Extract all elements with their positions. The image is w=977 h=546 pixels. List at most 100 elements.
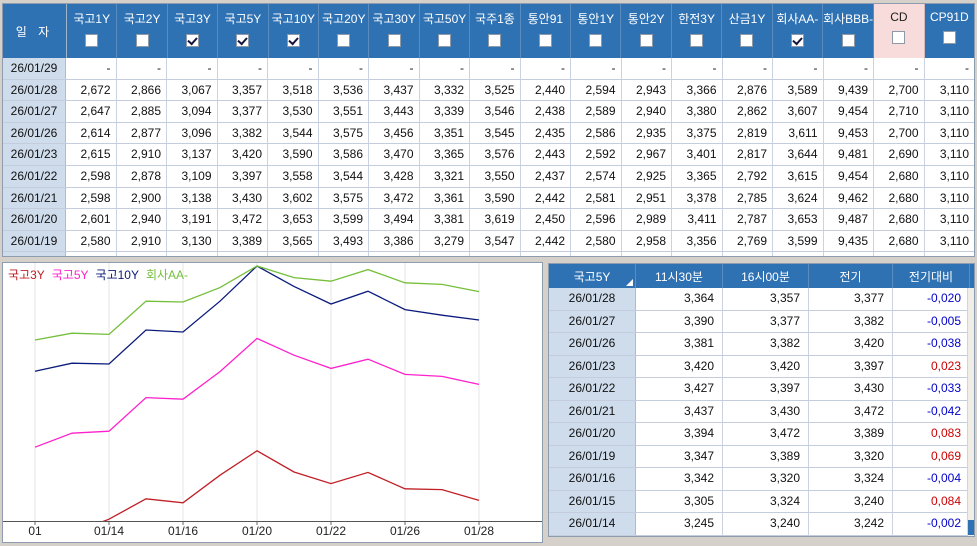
detail-row[interactable]: 26/01/28 3,364 3,357 3,377 -0,020 [549,288,974,311]
column-header[interactable]: 국고2Y [117,4,168,58]
checkbox-unchecked[interactable] [538,34,552,47]
detail-prev-cell: 3,382 [809,310,893,332]
column-header[interactable]: 국고1Y [67,4,118,58]
table-row[interactable]: 26/01/29- - - - - - - - - - - - - - - - - - [3,58,974,80]
checkbox-checked[interactable] [790,34,804,47]
value-cell [672,252,723,256]
x-axis-label: 01/16 [167,524,199,538]
detail-prev-cell: 3,397 [809,355,893,377]
table-row[interactable]: 26/01/20 2,601 2,940 3,191 3,472 3,653 3,599 3,… [3,209,974,231]
value-cell: 3,590 [470,187,521,209]
checkbox-unchecked[interactable] [135,34,149,47]
change-cell: 0,069 [893,445,970,467]
value-cell: 2,450 [521,209,571,230]
value-cell: 3,351 [420,122,470,144]
date-column-header: 일 자 [3,4,67,58]
column-header[interactable]: 국고50Y [420,4,471,58]
date-cell: 26/01/22 [3,165,66,187]
value-cell: 3,544 [319,165,369,187]
detail-prev-cell: 3,420 [809,333,893,355]
value-cell: 2,900 [117,187,167,209]
checkbox-unchecked[interactable] [438,34,452,47]
checkbox-checked[interactable] [236,34,250,47]
sort-corner-icon [626,279,633,286]
detail-row[interactable]: 26/01/20 3,394 3,472 3,389 0,083 [549,423,974,446]
column-header[interactable]: 국고10Y [269,4,320,58]
column-header[interactable]: 회사BBB- [823,4,875,58]
checkbox-unchecked[interactable] [740,34,754,47]
table-row[interactable]: 26/01/19 2,580 2,910 3,130 3,389 3,565 3,493 3,… [3,230,974,253]
value-cell [622,252,672,256]
yield-chart-panel: 국고3Y 국고5Y 국고10Y 회사AA- 01 01/14 01/16 01/20 01/2… [2,262,543,543]
column-header[interactable]: 국고30Y [369,4,420,58]
value-cell: 3,279 [420,230,470,252]
value-cell: 3,493 [319,230,369,252]
value-cell: - [218,58,268,79]
scrollbar-thumb[interactable] [968,520,974,535]
checkbox-unchecked[interactable] [892,31,906,44]
detail-row[interactable]: 26/01/15 3,305 3,324 3,240 0,084 [549,490,974,513]
value-cell: 3,137 [167,144,218,165]
value-cell: 2,580 [571,230,622,252]
checkbox-unchecked[interactable] [942,31,956,44]
checkbox-unchecked[interactable] [639,34,653,47]
detail-row[interactable]: 26/01/16 3,342 3,320 3,324 -0,004 [549,468,974,491]
checkbox-unchecked[interactable] [337,34,351,47]
column-header[interactable]: 회사AA- [773,4,824,58]
column-header[interactable]: 국고3Y [168,4,219,58]
detail-1600-cell: 3,320 [723,468,809,490]
detail-row[interactable]: 26/01/19 3,347 3,389 3,320 0,069 [549,445,974,468]
detail-1600-cell: 3,324 [723,490,809,512]
value-cell: 3,067 [167,79,218,101]
value-cell: 3,575 [319,187,369,209]
column-header[interactable]: CD [874,4,925,58]
column-header[interactable]: 국고20Y [319,4,370,58]
change-cell: -0,038 [893,333,970,355]
table-row[interactable]: 26/01/22 2,598 2,878 3,109 3,397 3,558 3,544 3,… [3,165,974,188]
table-row[interactable]: 26/01/23 2,615 2,910 3,137 3,420 3,590 3,586 3,… [3,144,974,166]
value-cell: 2,958 [622,230,672,252]
checkbox-checked[interactable] [286,34,300,47]
checkbox-checked[interactable] [186,34,200,47]
detail-row[interactable]: 26/01/21 3,437 3,430 3,472 -0,042 [549,400,974,423]
detail-row[interactable]: 26/01/27 3,390 3,377 3,382 -0,005 [549,310,974,333]
column-header[interactable]: 통안1Y [571,4,622,58]
checkbox-unchecked[interactable] [690,34,704,47]
value-cell: 2,442 [521,230,571,252]
column-header[interactable]: CP91D [925,4,974,58]
value-cell: 3,366 [672,79,723,101]
column-header[interactable]: 산금1Y [722,4,773,58]
checkbox-unchecked[interactable] [589,34,603,47]
value-cell: 3,380 [672,101,723,122]
column-header[interactable]: 한전3Y [672,4,723,58]
table-row[interactable]: 26/01/27 2,647 2,885 3,094 3,377 3,530 3,551 3,… [3,101,974,123]
column-header-label: 통안1Y [577,12,615,26]
value-cell: 3,644 [773,144,824,165]
column-header[interactable]: 국주1종 [470,4,521,58]
table-row[interactable]: 26/01/21 2,598 2,900 3,138 3,430 3,602 3,575 3,… [3,187,974,210]
value-cell: 3,558 [268,165,319,187]
value-cell: 9,439 [824,79,874,101]
column-header[interactable]: 국고5Y [218,4,269,58]
value-cell: 3,586 [319,144,369,165]
checkbox-unchecked[interactable] [488,34,502,47]
detail-row[interactable]: 26/01/23 3,420 3,420 3,397 0,023 [549,355,974,378]
change-cell: 0,084 [893,490,970,512]
detail-row[interactable]: 26/01/22 3,427 3,397 3,430 -0,033 [549,378,974,401]
checkbox-unchecked[interactable] [841,34,855,47]
detail-prev-cell: 3,430 [809,378,893,400]
yield-chart [3,263,542,525]
scrollbar[interactable] [967,288,974,536]
value-cell: 3,110 [939,190,969,205]
detail-row[interactable]: 26/01/26 3,381 3,382 3,420 -0,038 [549,333,974,356]
table-row[interactable]: 26/01/28 2,672 2,866 3,067 3,357 3,518 3,536 3,… [3,79,974,102]
detail-series-header[interactable]: 국고5Y [549,264,636,288]
detail-date-cell: 26/01/15 [549,490,636,512]
detail-row[interactable]: 26/01/14 3,245 3,240 3,242 -0,002 [549,513,974,536]
checkbox-unchecked[interactable] [387,34,401,47]
checkbox-unchecked[interactable] [85,34,99,47]
column-header[interactable]: 통안91 [521,4,572,58]
table-row[interactable]: 26/01/26 2,614 2,877 3,096 3,382 3,544 3,575 3,… [3,122,974,145]
value-cell: 2,601 [66,209,117,230]
column-header[interactable]: 통안2Y [621,4,672,58]
